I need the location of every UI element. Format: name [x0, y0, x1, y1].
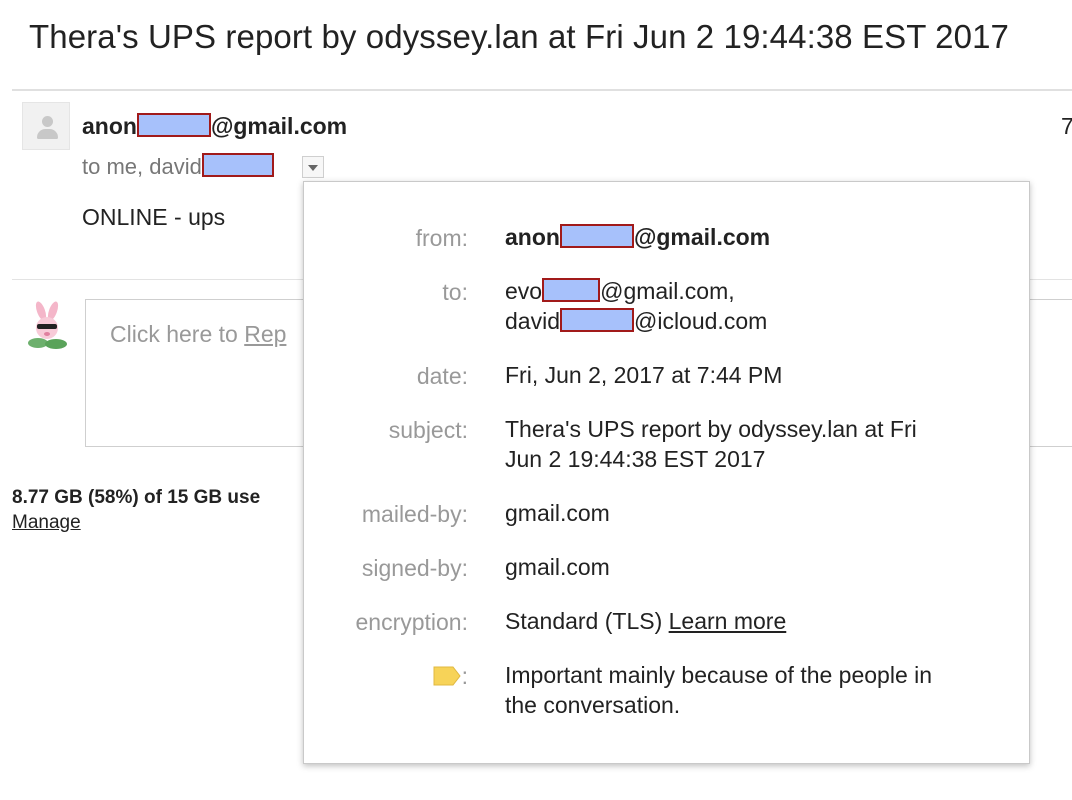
sender-domain: @gmail.com: [210, 113, 348, 139]
date-label: date:: [416, 363, 468, 389]
redaction-box: [136, 113, 211, 137]
importance-marker-icon: [433, 666, 461, 686]
manage-storage-link[interactable]: Manage: [12, 512, 81, 534]
message-details-popup: from: anon @gmail.com to: evo @gmail.com, …: [303, 181, 1030, 764]
chevron-down-icon: [308, 165, 318, 171]
to-2-domain: @icloud.com: [633, 308, 768, 334]
mailed-by-label: mailed-by:: [361, 501, 468, 527]
recipients-summary: to me, david: [82, 153, 274, 180]
learn-more-link[interactable]: Learn more: [669, 608, 787, 634]
reply-prompt-text: Click here to: [110, 321, 245, 347]
importance-colon: :: [461, 663, 468, 689]
storage-usage: 8.77 GB (58%) of 15 GB use: [12, 487, 261, 508]
signed-by-label: signed-by:: [361, 555, 468, 581]
to-value-1: evo @gmail.com,: [505, 276, 735, 306]
to-1-domain: @gmail.com,: [600, 278, 735, 304]
from-prefix: anon: [505, 224, 560, 250]
to-1-prefix: evo: [505, 278, 543, 304]
sender-avatar[interactable]: [22, 102, 70, 150]
recipients-prefix: to me, david: [82, 154, 202, 179]
to-value-2: david @icloud.com: [505, 306, 767, 336]
subject-value-line2: Jun 2 19:44:38 EST 2017: [505, 446, 766, 472]
redaction-box: [559, 224, 634, 248]
redaction-box: [559, 308, 634, 332]
date-value: Fri, Jun 2, 2017 at 7:44 PM: [505, 362, 783, 388]
redaction-box: [201, 153, 274, 177]
to-2-prefix: david: [505, 308, 560, 334]
redaction-box: [542, 278, 601, 302]
importance-line2: the conversation.: [505, 692, 681, 718]
from-domain: @gmail.com: [633, 224, 771, 250]
bunny-avatar: [28, 301, 67, 349]
encryption-text: Standard (TLS): [505, 608, 663, 634]
importance-line1: Important mainly because of the people i…: [505, 662, 933, 688]
header-divider: [12, 89, 1072, 91]
mailed-by-value: gmail.com: [505, 500, 610, 526]
to-label: to:: [442, 279, 468, 305]
show-details-button[interactable]: [302, 156, 324, 178]
message-body: ONLINE - ups: [82, 204, 226, 230]
encryption-value: Standard (TLS) Learn more: [505, 606, 786, 636]
reply-link[interactable]: Rep: [244, 321, 286, 347]
email-subject-title: Thera's UPS report by odyssey.lan at Fri…: [29, 18, 1009, 55]
message-time: 7: [1061, 113, 1072, 139]
subject-value-line1: Thera's UPS report by odyssey.lan at Fri: [505, 416, 917, 442]
sender-address[interactable]: anon @gmail.com: [82, 113, 347, 140]
subject-label: subject:: [388, 417, 468, 443]
signed-by-value: gmail.com: [505, 554, 610, 580]
person-icon-body: [37, 129, 58, 139]
from-label: from:: [415, 225, 468, 251]
from-value: anon @gmail.com: [505, 222, 770, 252]
reply-prompt[interactable]: Click here to Rep: [110, 321, 286, 348]
sender-name-prefix: anon: [82, 113, 137, 139]
encryption-label: encryption:: [355, 609, 468, 635]
person-icon-head: [42, 116, 53, 127]
